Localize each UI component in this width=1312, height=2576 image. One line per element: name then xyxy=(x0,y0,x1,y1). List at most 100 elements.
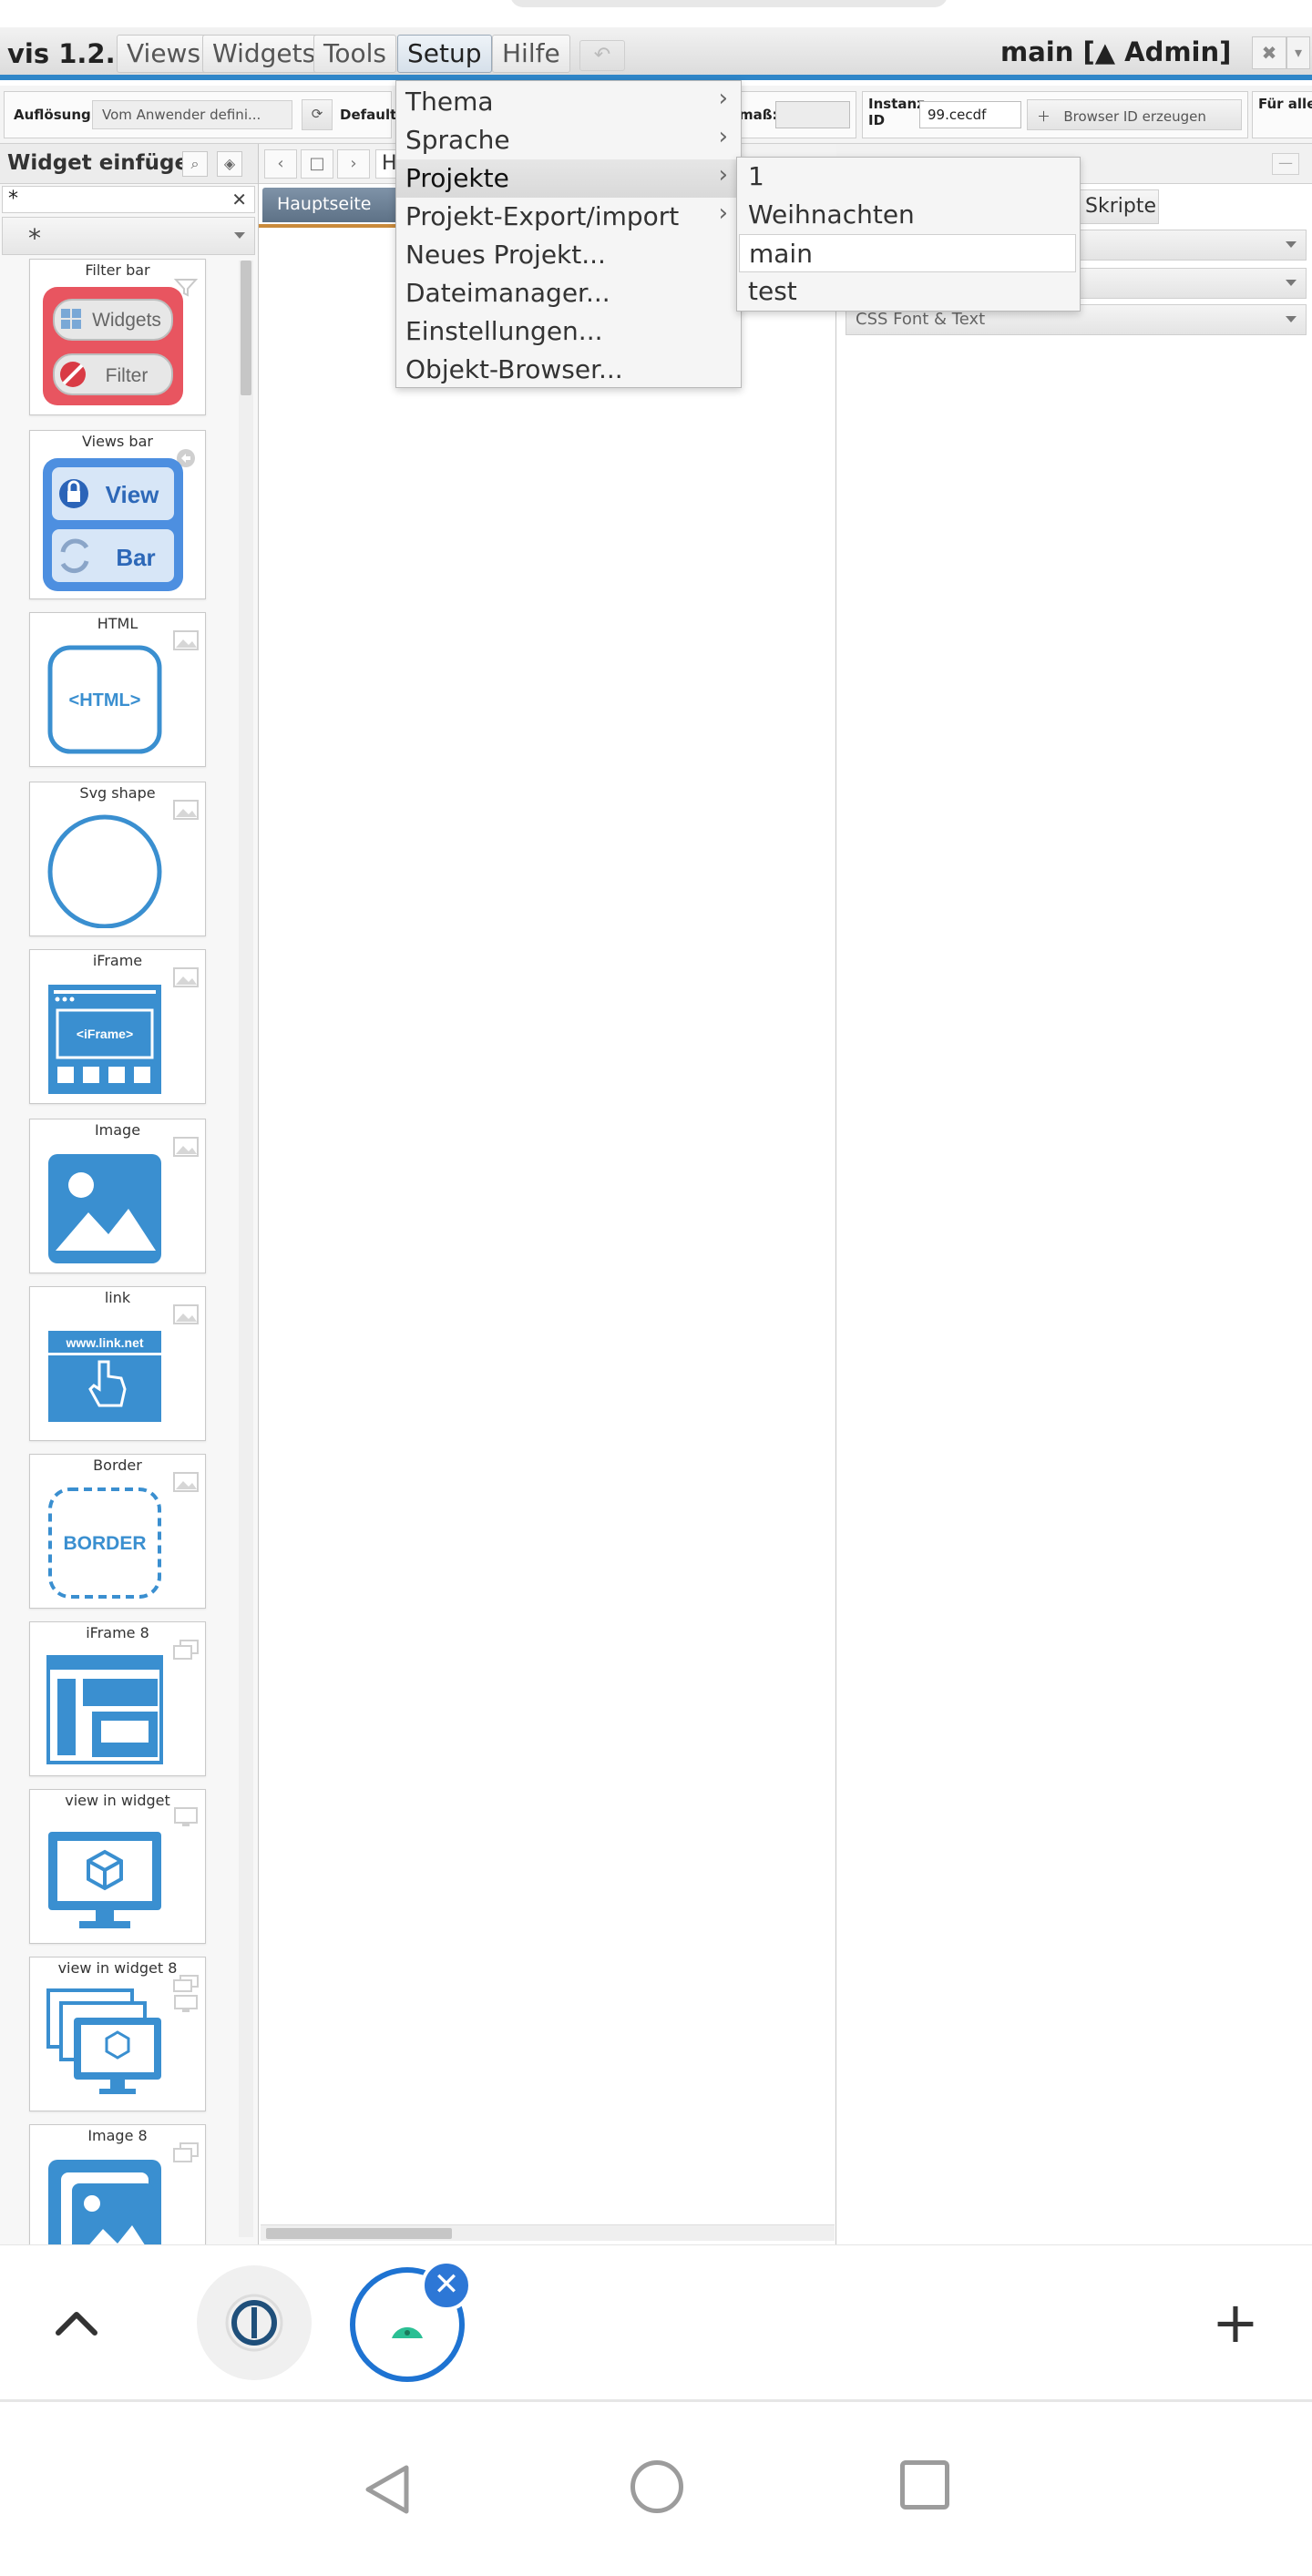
filter-bar-icon: Widgets Filter xyxy=(43,287,183,405)
widget-image[interactable]: Image xyxy=(29,1119,206,1273)
plus-icon: ＋ xyxy=(1037,108,1051,125)
windows-icon xyxy=(173,1975,199,2012)
app-title: vis 1.2.6 xyxy=(7,38,134,69)
menu-hilfe[interactable]: Hilfe xyxy=(492,35,570,73)
widget-view-in-widget[interactable]: view in widget xyxy=(29,1789,206,1944)
tab-skripte[interactable]: Skripte xyxy=(1079,189,1159,224)
project-item-1[interactable]: 1 xyxy=(739,158,1076,196)
widget-border[interactable]: Border BORDER xyxy=(29,1454,206,1609)
widget-panel-header: Widget einfügen ⌕ ◈ xyxy=(0,144,258,184)
menu-setup[interactable]: Setup xyxy=(397,35,492,73)
notch-pill xyxy=(510,0,948,7)
image-small-icon xyxy=(173,1472,199,1492)
views-bar-icon: View Bar xyxy=(43,458,183,591)
project-item-main[interactable]: main xyxy=(739,234,1076,272)
bottom-bar: ✕ + xyxy=(0,2244,1312,2399)
svg-text:<iFrame>: <iFrame> xyxy=(77,1027,133,1041)
power-button[interactable] xyxy=(197,2265,312,2380)
all-users-label: Für alle Anwend xyxy=(1258,96,1312,112)
scale-group: maß: xyxy=(734,91,856,138)
windows-icon xyxy=(173,1640,199,1660)
scrollbar-thumb[interactable] xyxy=(266,2228,452,2239)
widget-link[interactable]: link www.link.net xyxy=(29,1286,206,1441)
scale-label: maß: xyxy=(739,107,778,123)
menu-item-neues-projekt[interactable]: Neues Projekt... xyxy=(396,236,741,274)
view-in-widget-icon xyxy=(48,1832,161,1928)
menu-item-dateimanager[interactable]: Dateimanager... xyxy=(396,274,741,312)
link-icon: www.link.net xyxy=(48,1331,161,1422)
copy-icon[interactable]: □ xyxy=(301,149,333,179)
project-item-weihnachten[interactable]: Weihnachten xyxy=(739,196,1076,234)
project-item-test[interactable]: test xyxy=(739,272,1076,311)
widget-iframe[interactable]: iFrame <iFrame> xyxy=(29,949,206,1104)
menu-item-projekte[interactable]: Projekte › xyxy=(396,159,741,198)
widget-views-bar[interactable]: Views bar View Bar xyxy=(29,430,206,599)
menu-item-projekt-export-import[interactable]: Projekt-Export/import › xyxy=(396,198,741,236)
home-icon[interactable] xyxy=(630,2460,683,2513)
image-small-icon xyxy=(173,967,199,987)
search-icon[interactable]: ⌕ xyxy=(182,151,208,177)
svg-text:Filter: Filter xyxy=(106,365,149,386)
widget-view-in-widget-8[interactable]: view in widget 8 xyxy=(29,1957,206,2111)
undo-button[interactable]: ↶ xyxy=(579,40,625,71)
chevron-left-icon[interactable]: ‹ xyxy=(264,149,297,179)
widget-filter-input[interactable]: * ✕ xyxy=(2,186,255,213)
menu-item-thema[interactable]: Thema › xyxy=(396,83,741,121)
widget-iframe-8[interactable]: iFrame 8 xyxy=(29,1621,206,1776)
image-small-icon xyxy=(173,1137,199,1157)
scale-input[interactable] xyxy=(775,101,850,128)
clear-icon[interactable]: ✕ xyxy=(231,187,247,212)
setup-menu: Thema › Sprache › Projekte › Projekt-Export… xyxy=(395,80,742,388)
chevron-right-icon[interactable]: › xyxy=(337,149,370,179)
image-small-icon xyxy=(173,1304,199,1324)
close-button[interactable]: ✖ xyxy=(1252,36,1286,69)
widget-html[interactable]: HTML <HTML> xyxy=(29,612,206,767)
tab-hauptseite[interactable]: Hauptseite xyxy=(262,188,399,222)
canvas-scrollbar[interactable] xyxy=(261,2224,835,2241)
properties-panel: — Skripte CSS Font & Text xyxy=(836,144,1312,2244)
status-area xyxy=(0,0,1312,27)
add-button[interactable]: + xyxy=(1208,2295,1263,2351)
chevron-right-icon: › xyxy=(718,85,728,112)
widget-filter-bar[interactable]: Filter bar Widgets Filter xyxy=(29,259,206,415)
resolution-select[interactable]: Vom Anwender defini... xyxy=(92,100,292,129)
menu-item-objekt-browser[interactable]: Objekt-Browser... xyxy=(396,351,741,389)
html-icon: <HTML> xyxy=(47,645,162,754)
browser-id-button[interactable]: ＋ Browser ID erzeugen xyxy=(1027,99,1242,130)
menu-tools[interactable]: Tools xyxy=(313,35,396,73)
menu-bar: vis 1.2.6 Views Widgets Tools Setup Hilf… xyxy=(0,27,1312,80)
menu-widgets[interactable]: Widgets xyxy=(202,35,326,73)
more-button[interactable]: ▾ xyxy=(1286,36,1310,69)
widget-image-8[interactable]: Image 8 xyxy=(29,2124,206,2244)
monitor-small-icon xyxy=(174,1807,198,1826)
close-icon[interactable]: ✕ xyxy=(421,2260,472,2311)
collapse-button[interactable]: — xyxy=(1272,153,1299,175)
power-icon xyxy=(225,2294,283,2352)
refresh-icon[interactable]: ⟳ xyxy=(302,99,333,130)
svg-text:Widgets: Widgets xyxy=(92,310,161,331)
resolution-label: Auflösung: xyxy=(14,107,97,123)
instance-id-input[interactable]: 99.cecdf xyxy=(919,101,1021,128)
scrollbar-thumb[interactable] xyxy=(241,261,251,395)
svg-shape-icon xyxy=(47,814,162,928)
recent-apps-icon[interactable] xyxy=(900,2460,949,2510)
image-icon xyxy=(48,1154,161,1263)
tag-icon[interactable]: ◈ xyxy=(217,151,242,177)
iframe8-icon xyxy=(46,1655,163,1764)
back-icon[interactable] xyxy=(361,2462,412,2517)
svg-text:View: View xyxy=(106,481,160,508)
menu-views[interactable]: Views xyxy=(117,35,211,73)
widget-svg-shape[interactable]: Svg shape xyxy=(29,782,206,936)
instance-label: Instanz ID xyxy=(868,96,925,128)
svg-text:<HTML>: <HTML> xyxy=(69,690,141,710)
chevron-down-icon xyxy=(1286,241,1297,248)
menu-item-einstellungen[interactable]: Einstellungen... xyxy=(396,312,741,351)
instance-group: Instanz ID 99.cecdf ＋ Browser ID erzeuge… xyxy=(862,91,1248,138)
project-user-label: main [▲ Admin] xyxy=(1000,36,1232,67)
svg-text:Bar: Bar xyxy=(116,544,155,571)
svg-text:www.link.net: www.link.net xyxy=(65,1335,143,1350)
widget-set-select[interactable]: * xyxy=(2,217,255,255)
menu-item-sprache[interactable]: Sprache › xyxy=(396,121,741,159)
widget-panel-scrollbar[interactable] xyxy=(239,261,253,2237)
chevron-up-icon[interactable] xyxy=(49,2296,104,2351)
